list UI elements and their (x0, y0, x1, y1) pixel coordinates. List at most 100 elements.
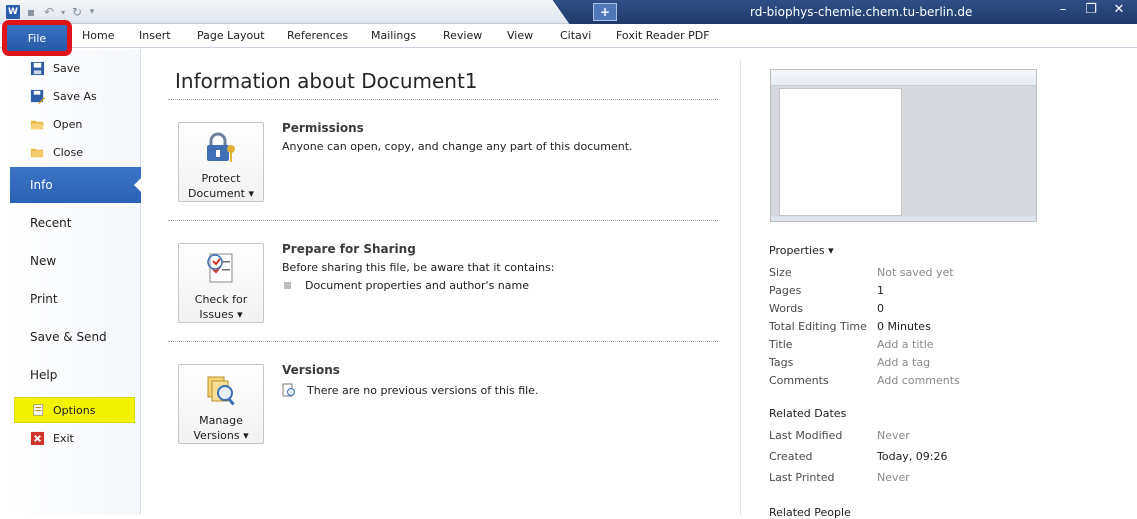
open-folder-icon (30, 120, 45, 129)
date-label: Last Printed (769, 471, 835, 484)
versions-title: Versions (282, 363, 340, 377)
options-command[interactable]: Options (14, 397, 135, 423)
prop-label: Tags (769, 356, 794, 369)
close-folder-icon (30, 148, 44, 157)
date-value: Today, 09:26 (877, 450, 948, 463)
prop-label: Title (769, 338, 793, 351)
divider (168, 220, 718, 221)
check-for-issues-button[interactable]: Check for Issues ▾ (178, 243, 264, 323)
divider (168, 99, 718, 100)
tab-file[interactable]: File (2, 20, 72, 56)
open-command[interactable]: Open (30, 115, 82, 133)
nav-help[interactable]: Help (30, 368, 57, 382)
preview-ribbon (771, 70, 1036, 86)
preview-page (779, 88, 902, 216)
save-icon[interactable]: ▪ (24, 5, 38, 19)
close-command[interactable]: Close (30, 143, 83, 161)
versions-icon (207, 376, 235, 406)
citavi-button[interactable]: + (593, 3, 617, 21)
exit-icon (30, 431, 45, 445)
date-label: Created (769, 450, 813, 463)
nav-recent[interactable]: Recent (30, 216, 71, 230)
permissions-text: Anyone can open, copy, and change any pa… (282, 140, 633, 153)
nav-print[interactable]: Print (30, 292, 58, 306)
check-for-issues-label-1: Check for (194, 293, 248, 306)
tab-view[interactable]: View (507, 29, 533, 42)
date-value: Never (877, 429, 910, 442)
prop-value: 1 (877, 284, 884, 297)
check-for-issues-label-2: Issues ▾ (199, 308, 243, 321)
date-label: Last Modified (769, 429, 843, 442)
window-title: rd-biophys-chemie.chem.tu-berlin.de (750, 5, 973, 19)
window-controls: – ❐ ✕ (1055, 2, 1127, 17)
tab-references[interactable]: References (287, 29, 348, 42)
protect-document-label-1: Protect (201, 172, 241, 185)
add-comments-field[interactable]: Add comments (877, 374, 960, 387)
manage-versions-label-2: Versions ▾ (193, 429, 249, 442)
nav-new[interactable]: New (30, 254, 56, 268)
tab-foxit[interactable]: Foxit Reader PDF (616, 29, 710, 42)
panel-separator (740, 60, 741, 515)
word-app-icon[interactable]: W (6, 5, 20, 19)
redo-icon[interactable]: ↻ (70, 5, 84, 19)
page-title: Information about Document1 (175, 69, 478, 93)
permissions-title: Permissions (282, 121, 364, 135)
preview-status-bar (771, 216, 1036, 221)
sharing-bullet-text: Document properties and author's name (305, 279, 530, 292)
tab-page-layout[interactable]: Page Layout (197, 29, 265, 42)
save-as-label: Save As (53, 89, 97, 103)
tab-citavi[interactable]: Citavi (560, 29, 591, 42)
document-preview[interactable] (770, 69, 1037, 222)
tab-mailings[interactable]: Mailings (371, 29, 416, 42)
backstage-nav: Save Save As Open Close Info Recent New … (0, 50, 142, 515)
prop-label: Total Editing Time (769, 320, 867, 333)
tab-review[interactable]: Review (443, 29, 482, 42)
tab-home[interactable]: Home (82, 29, 114, 42)
divider (168, 341, 718, 342)
exit-label: Exit (53, 431, 74, 445)
checklist-icon (207, 253, 233, 283)
nav-info[interactable]: Info (10, 167, 142, 203)
save-label: Save (53, 61, 81, 75)
date-value: Never (877, 471, 910, 484)
manage-versions-button[interactable]: Manage Versions ▾ (178, 364, 264, 444)
add-tag-field[interactable]: Add a tag (877, 356, 930, 369)
manage-versions-label-1: Manage (199, 414, 243, 427)
protect-document-label-2: Document ▾ (187, 187, 254, 200)
tab-insert[interactable]: Insert (139, 29, 171, 42)
protect-document-button[interactable]: Protect Document ▾ (178, 122, 264, 202)
prop-value: Not saved yet (877, 266, 954, 279)
options-icon (33, 404, 44, 416)
ribbon-tab-bar: File Home Insert Page Layout References … (0, 20, 1137, 56)
open-label: Open (53, 117, 83, 131)
add-title-field[interactable]: Add a title (877, 338, 934, 351)
save-icon (30, 61, 45, 75)
versions-line: There are no previous versions of this f… (282, 383, 538, 397)
options-label: Options (53, 403, 96, 417)
minimize-icon[interactable]: – (1055, 2, 1071, 17)
nav-save-send[interactable]: Save & Send (30, 330, 107, 344)
close-label: Close (53, 145, 83, 159)
save-as-command[interactable]: Save As (30, 87, 97, 105)
related-people-heading: Related People (769, 506, 851, 519)
close-icon[interactable]: ✕ (1111, 2, 1127, 17)
bullet-square-icon (284, 282, 291, 289)
document-version-icon (282, 383, 295, 397)
related-dates-heading: Related Dates (769, 407, 847, 420)
chevron-down-icon[interactable]: ▾ (60, 5, 66, 19)
save-command[interactable]: Save (30, 59, 80, 77)
properties-dropdown[interactable]: Properties ▾ (769, 244, 834, 257)
sharing-text: Before sharing this file, be aware that … (282, 261, 555, 274)
prop-label: Size (769, 266, 792, 279)
versions-text: There are no previous versions of this f… (307, 383, 539, 397)
prop-value: 0 Minutes (877, 320, 931, 333)
title-band: + rd-biophys-chemie.chem.tu-berlin.de – … (575, 0, 1137, 24)
customize-qat-icon[interactable]: ▾ (88, 5, 96, 19)
restore-icon[interactable]: ❐ (1083, 2, 1099, 17)
prop-label: Comments (769, 374, 829, 387)
sharing-bullet-item: Document properties and author's name (284, 279, 529, 292)
exit-command[interactable]: Exit (30, 429, 74, 447)
title-bar: W ▪ ↶ ▾ ↻ ▾ + rd-biophys-chemie.chem.tu-… (0, 0, 1137, 24)
sharing-title: Prepare for Sharing (282, 242, 416, 256)
undo-icon[interactable]: ↶ (42, 5, 56, 19)
